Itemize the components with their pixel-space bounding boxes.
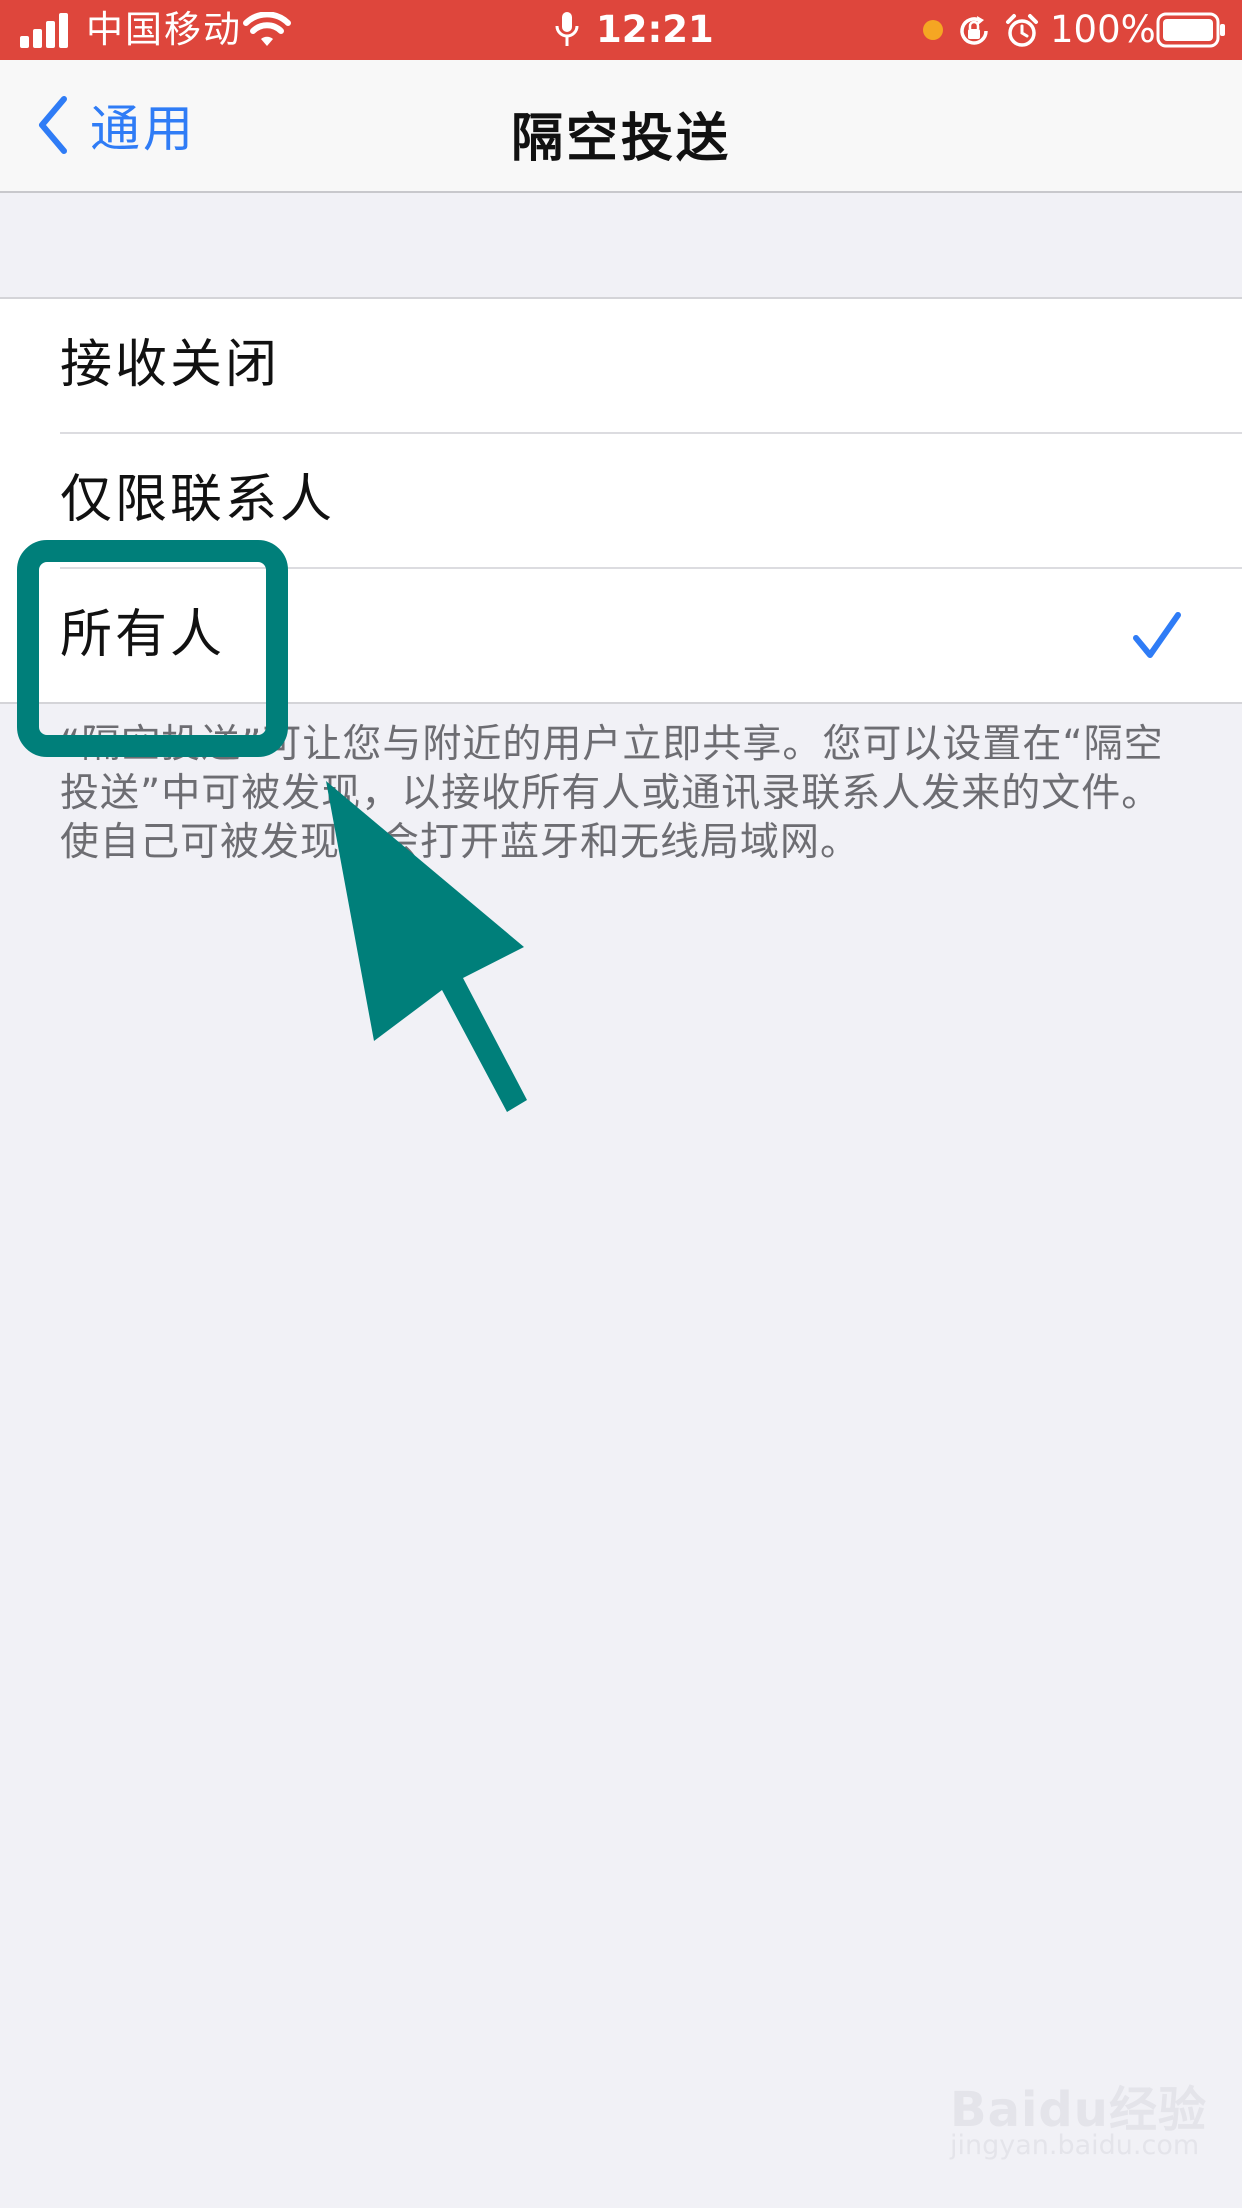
watermark-site: jingyan.baidu.com [950, 2130, 1200, 2161]
pointer-arrow-icon [326, 781, 527, 1112]
